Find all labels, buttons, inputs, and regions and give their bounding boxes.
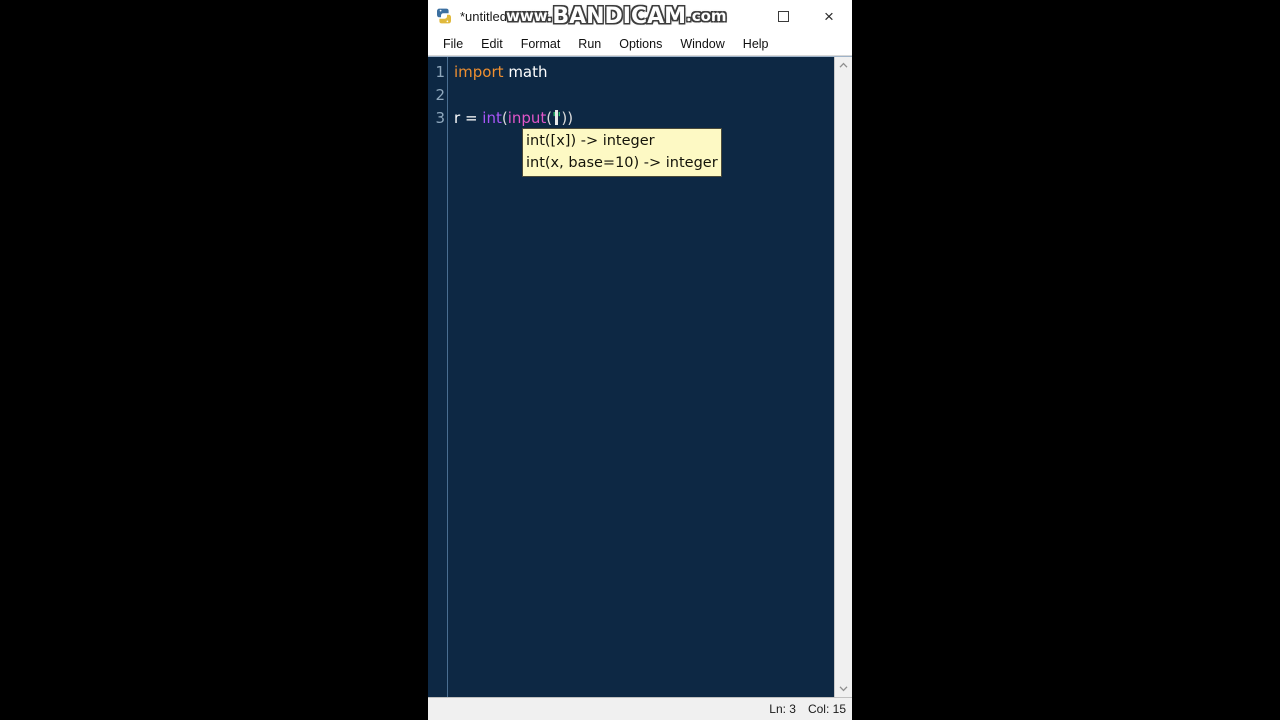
screen-canvas: *untitled www. BANDICAM .com × File Edit F… [0, 0, 1280, 720]
menu-item-options[interactable]: Options [610, 35, 671, 54]
calltip-popup: int([x]) -> integer int(x, base=10) -> i… [522, 128, 722, 177]
menu-item-run[interactable]: Run [569, 35, 610, 54]
status-line-indicator: Ln: 3 [769, 702, 796, 716]
calltip-line-2: int(x, base=10) -> integer [526, 155, 718, 171]
code-text-area[interactable]: import math r = int(input('')) int([x]) … [448, 57, 834, 697]
menu-bar: File Edit Format Run Options Window Help [428, 33, 852, 56]
menu-item-edit[interactable]: Edit [472, 35, 512, 54]
editor-region: 1 2 3 import math r = int(input('')) int([… [428, 56, 852, 697]
code-token: input [507, 109, 547, 127]
window-title-bar[interactable]: *untitled www. BANDICAM .com × [428, 0, 852, 33]
status-bar: Ln: 3 Col: 15 [428, 697, 852, 720]
watermark-brand: BANDICAM [552, 3, 687, 29]
code-token: = [460, 109, 483, 127]
code-token: )) [561, 109, 574, 127]
maximize-button[interactable] [760, 0, 806, 32]
calltip-line-1: int([x]) -> integer [526, 133, 655, 149]
line-number: 2 [435, 86, 445, 104]
menu-item-window[interactable]: Window [671, 35, 733, 54]
code-token: math [508, 63, 548, 81]
scrollbar-track[interactable] [835, 74, 852, 680]
python-idle-icon [435, 7, 453, 25]
idle-editor-window: *untitled www. BANDICAM .com × File Edit F… [428, 0, 852, 720]
menu-item-help[interactable]: Help [734, 35, 778, 54]
window-title: *untitled [460, 8, 507, 24]
menu-item-format[interactable]: Format [512, 35, 570, 54]
vertical-scrollbar[interactable] [834, 57, 852, 697]
window-controls: × [760, 0, 852, 32]
line-number-gutter: 1 2 3 [428, 57, 448, 697]
menu-item-file[interactable]: File [434, 35, 472, 54]
code-lines: import math r = int(input('')) [454, 61, 834, 130]
close-icon: × [824, 6, 834, 26]
line-number: 1 [435, 63, 445, 81]
code-token: import [454, 63, 504, 81]
line-number: 3 [435, 109, 445, 127]
maximize-icon [777, 10, 789, 22]
code-token: int [482, 109, 502, 127]
bandicam-watermark: www. BANDICAM .com [506, 1, 727, 31]
code-line: r = int(input('')) [454, 107, 834, 130]
close-button[interactable]: × [806, 0, 852, 32]
code-line: import math [454, 61, 834, 84]
watermark-prefix: www. [506, 7, 553, 25]
status-column-indicator: Col: 15 [807, 702, 846, 716]
scroll-up-arrow-icon[interactable] [835, 57, 852, 74]
watermark-suffix: .com [686, 7, 727, 25]
scroll-down-arrow-icon[interactable] [835, 680, 852, 697]
